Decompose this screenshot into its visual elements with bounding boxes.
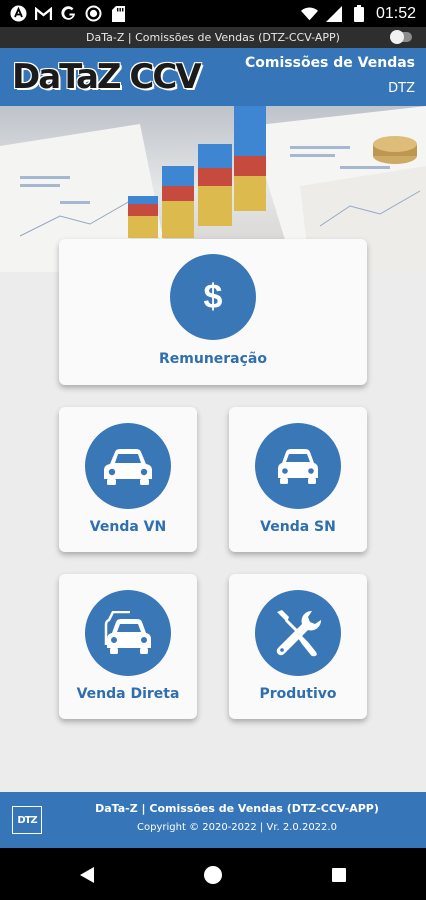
battery-icon <box>351 5 368 22</box>
app-a-icon <box>10 5 27 22</box>
venda-direta-label: Venda Direta <box>76 686 180 702</box>
cars-icon <box>85 590 171 676</box>
footer-copyright: Copyright © 2020-2022 | Vr. 2.0.2022.0 <box>137 822 337 833</box>
produtivo-label: Produtivo <box>259 686 337 702</box>
app-title-strip: DaTa-Z | Comissões de Vendas (DTZ-CCV-AP… <box>0 27 426 48</box>
car-icon <box>255 423 341 509</box>
signal-icon <box>326 5 343 22</box>
back-button[interactable] <box>76 864 98 886</box>
remuneracao-card[interactable]: $ Remuneração <box>59 239 367 385</box>
venda-vn-card[interactable]: Venda VN <box>59 407 197 552</box>
sd-card-icon <box>110 5 127 22</box>
recents-button[interactable] <box>328 864 350 886</box>
page-subtitle: DTZ <box>388 81 415 96</box>
app-title-text: DaTa-Z | Comissões de Vendas (DTZ-CCV-AP… <box>86 31 340 44</box>
app-logo: DaTaZ CCV <box>12 57 202 97</box>
app-screen: 01:52 DaTa-Z | Comissões de Vendas (DTZ-… <box>0 0 426 900</box>
dollar-icon: $ <box>170 254 256 340</box>
gmail-icon <box>35 5 52 22</box>
footer-logo: DTZ <box>12 806 42 834</box>
wifi-icon <box>300 5 318 22</box>
clock: 01:52 <box>375 4 416 22</box>
tools-icon <box>255 590 341 676</box>
car-icon <box>85 423 171 509</box>
google-icon <box>60 5 77 22</box>
venda-sn-card[interactable]: Venda SN <box>229 407 367 552</box>
venda-vn-label: Venda VN <box>89 519 167 535</box>
status-bar: 01:52 <box>0 0 426 27</box>
footer-app-name: DaTa-Z | Comissões de Vendas (DTZ-CCV-AP… <box>95 802 379 815</box>
venda-sn-label: Venda SN <box>260 519 336 535</box>
page-title: Comissões de Vendas <box>245 55 415 71</box>
app-header: DaTaZ CCV Comissões de Vendas DTZ <box>0 48 426 106</box>
app-footer: DTZ DaTa-Z | Comissões de Vendas (DTZ-CC… <box>0 792 426 848</box>
theme-toggle[interactable] <box>390 30 412 44</box>
home-button[interactable] <box>202 864 224 886</box>
record-icon <box>85 5 102 22</box>
remuneracao-label: Remuneração <box>158 351 267 367</box>
android-nav-bar <box>0 848 426 900</box>
produtivo-card[interactable]: Produtivo <box>229 574 367 719</box>
venda-direta-card[interactable]: Venda Direta <box>59 574 197 719</box>
menu-area: $ Remuneração Venda VN Venda SN Venda Di… <box>0 239 426 792</box>
